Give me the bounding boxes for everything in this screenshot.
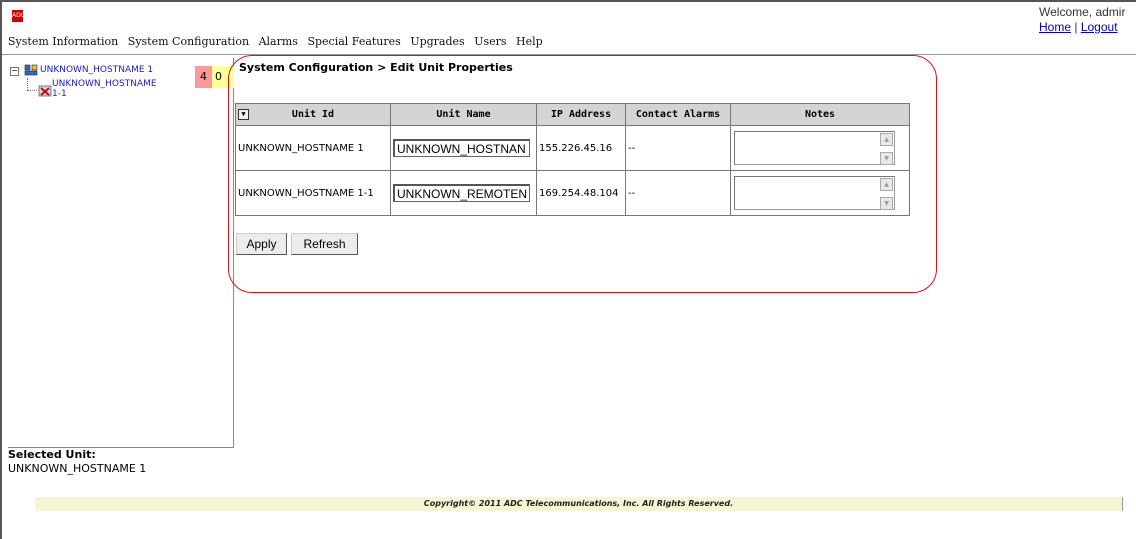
header-links: Home | Logout xyxy=(1039,20,1118,34)
home-link[interactable]: Home xyxy=(1039,20,1071,34)
tree-item-root[interactable]: UNKNOWN_HOSTNAME 1 xyxy=(40,65,153,75)
notes-textarea[interactable]: ▲ ▼ xyxy=(734,176,895,210)
menu-system-configuration[interactable]: System Configuration xyxy=(128,35,249,48)
tree-collapse-toggle[interactable]: − xyxy=(10,67,19,76)
notes-scrollbar[interactable]: ▲ ▼ xyxy=(880,178,893,210)
apply-button[interactable]: Apply xyxy=(236,233,287,255)
alarm-count-critical[interactable]: 4 xyxy=(195,66,212,88)
cell-unit-id: UNKNOWN_HOSTNAME 1 xyxy=(235,125,391,171)
notes-textarea[interactable]: ▲ ▼ xyxy=(734,131,895,165)
column-notes[interactable]: Notes xyxy=(730,103,910,126)
menu-users[interactable]: Users xyxy=(474,35,506,48)
notes-scrollbar[interactable]: ▲ ▼ xyxy=(880,133,893,165)
table-row: UNKNOWN_HOSTNAME 1 UNKNOWN_HOSTNAN 155.2… xyxy=(235,125,910,171)
copyright-footer: Copyright© 2011 ADC Telecommunications, … xyxy=(35,497,1123,511)
cell-ip-address: 169.254.48.104 xyxy=(536,170,626,216)
cell-contact-alarms: -- xyxy=(625,170,731,216)
selected-unit-value: UNKNOWN_HOSTNAME 1 xyxy=(8,462,147,475)
main-menu: System Information System Configuration … xyxy=(8,35,549,51)
breadcrumb: System Configuration > Edit Unit Propert… xyxy=(239,61,513,74)
cell-contact-alarms: -- xyxy=(625,125,731,171)
scroll-down-icon[interactable]: ▼ xyxy=(880,152,893,165)
column-contact-alarms[interactable]: Contact Alarms xyxy=(625,103,731,126)
cell-ip-address: 155.226.45.16 xyxy=(536,125,626,171)
column-ip-address[interactable]: IP Address xyxy=(536,103,626,126)
scroll-down-icon[interactable]: ▼ xyxy=(880,197,893,210)
tree-connector-horizontal xyxy=(27,90,37,92)
menu-special-features[interactable]: Special Features xyxy=(307,35,400,48)
adc-logo: ADC xyxy=(12,10,25,22)
cell-unit-name: UNKNOWN_REMOTEN xyxy=(390,170,537,216)
link-separator: | xyxy=(1074,20,1078,34)
cell-notes: ▲ ▼ xyxy=(730,125,910,171)
alarm-count-minor[interactable]: 0 xyxy=(212,66,234,88)
table-header-row: ▼ Unit Id Unit Name IP Address Contact A… xyxy=(235,103,910,126)
scroll-up-icon[interactable]: ▲ xyxy=(880,178,893,191)
host-icon xyxy=(24,64,38,76)
remote-alarm-icon xyxy=(38,85,52,97)
unit-name-input[interactable]: UNKNOWN_REMOTEN xyxy=(393,184,530,202)
cell-unit-id: UNKNOWN_HOSTNAME 1-1 xyxy=(235,170,391,216)
welcome-text: Welcome, admir xyxy=(1039,5,1126,19)
selected-unit-label: Selected Unit: xyxy=(8,448,96,461)
column-unit-id-label: Unit Id xyxy=(291,109,335,120)
column-menu-icon[interactable]: ▼ xyxy=(238,109,249,120)
tree-connector-vertical xyxy=(27,78,29,90)
menu-upgrades[interactable]: Upgrades xyxy=(410,35,464,48)
tree-item-child-line1[interactable]: UNKNOWN_HOSTNAME xyxy=(52,79,157,89)
menu-help[interactable]: Help xyxy=(516,35,543,48)
column-unit-id[interactable]: ▼ Unit Id xyxy=(235,103,391,126)
table-row: UNKNOWN_HOSTNAME 1-1 UNKNOWN_REMOTEN 169… xyxy=(235,170,910,216)
unit-properties-table: ▼ Unit Id Unit Name IP Address Contact A… xyxy=(235,103,910,216)
unit-name-input[interactable]: UNKNOWN_HOSTNAN xyxy=(393,139,530,157)
menu-alarms[interactable]: Alarms xyxy=(259,35,298,48)
column-unit-name[interactable]: Unit Name xyxy=(390,103,537,126)
logout-link[interactable]: Logout xyxy=(1081,20,1118,34)
scroll-up-icon[interactable]: ▲ xyxy=(880,133,893,146)
cell-notes: ▲ ▼ xyxy=(730,170,910,216)
unit-tree-pane xyxy=(8,58,234,448)
cell-unit-name: UNKNOWN_HOSTNAN xyxy=(390,125,537,171)
tree-item-child-line2[interactable]: 1-1 xyxy=(52,89,67,99)
menu-system-information[interactable]: System Information xyxy=(8,35,118,48)
menu-divider xyxy=(2,54,1136,55)
refresh-button[interactable]: Refresh xyxy=(291,233,358,255)
